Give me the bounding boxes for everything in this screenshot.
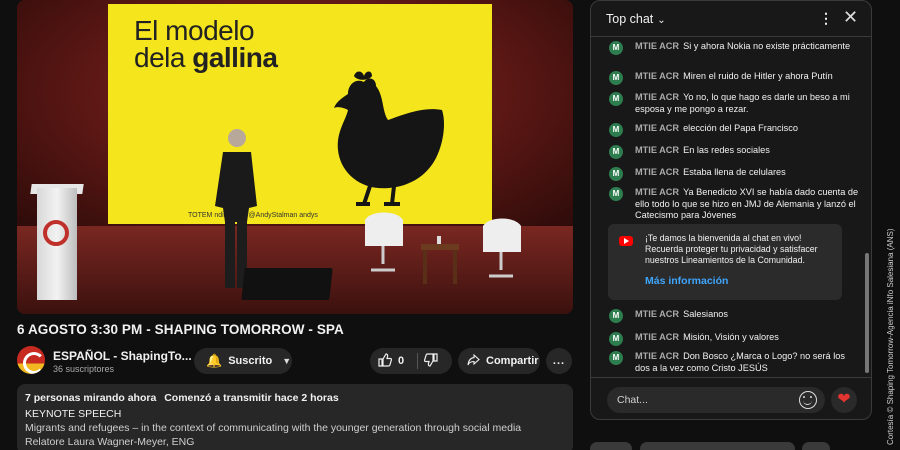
- chat-author[interactable]: MTIE ACR: [635, 123, 679, 133]
- chat-text: Si y ahora Nokia no existe prácticamente: [683, 41, 851, 51]
- hen-icon: [334, 71, 444, 206]
- stream-start: Comenzó a transmitir hace 2 horas: [164, 392, 339, 404]
- chat-scrollbar[interactable]: [865, 253, 869, 373]
- chat-author[interactable]: MTIE ACR: [635, 92, 679, 102]
- chat-message: M MTIE ACR En las redes sociales: [609, 145, 859, 159]
- youtube-live-page: El modelo dela gallina TOTEM nding.com @…: [0, 0, 900, 450]
- more-vertical-icon[interactable]: ⋮: [819, 10, 833, 27]
- heart-reaction-icon[interactable]: ❤: [831, 387, 857, 413]
- slide-title-bold: gallina: [192, 42, 278, 73]
- channel-name[interactable]: ESPAÑOL - ShapingTo...: [53, 349, 192, 363]
- live-chat-panel: Top chat ⌄ ⋮ ✕ M MTIE ACR Si y ahora Nokia…: [590, 0, 872, 420]
- bell-icon: 🔔: [206, 353, 223, 368]
- podium-logo-icon: [43, 220, 69, 246]
- armchair-left: [365, 212, 403, 272]
- chat-message: M MTIE ACR Miren el ruido de Hitler y aho…: [609, 71, 859, 85]
- video-title: 6 AGOSTO 3:30 PM - SHAPING TOMORROW - SP…: [17, 322, 344, 337]
- chat-message: M MTIE ACR Estaba llena de celulares: [609, 167, 859, 181]
- bottom-chip[interactable]: [802, 442, 830, 450]
- share-label: Compartir: [486, 355, 539, 367]
- chat-author[interactable]: MTIE ACR: [635, 71, 679, 81]
- description-box[interactable]: 7 personas mirando ahora Comenzó a trans…: [17, 384, 573, 450]
- chat-text: En las redes sociales: [683, 145, 770, 155]
- bottom-chip[interactable]: [640, 442, 795, 450]
- slide-title-prefix: dela: [134, 42, 193, 73]
- chat-message: M MTIE ACR Yo no, lo que hago es darle un…: [609, 92, 859, 115]
- description-line: Relatore Laura Wagner-Meyer, ENG: [25, 436, 195, 448]
- channel-avatar[interactable]: [17, 346, 45, 374]
- thumbs-down-icon[interactable]: [423, 353, 438, 370]
- slide-title-line1: El modelo: [134, 15, 255, 46]
- subscribed-label: Suscrito: [228, 355, 273, 367]
- more-actions-button[interactable]: ...: [546, 348, 572, 374]
- armchair-right: [483, 218, 521, 278]
- chat-message: M MTIE ACR Ya Benedicto XVI se había dado…: [609, 187, 859, 222]
- chat-text: Misión, Visión y valores: [683, 332, 779, 342]
- more-horizontal-icon: ...: [552, 355, 566, 367]
- chat-welcome-notice: ¡Te damos la bienvenida al chat en vivo!…: [608, 224, 842, 300]
- chat-author[interactable]: MTIE ACR: [635, 145, 679, 155]
- chevron-down-icon: ▼: [282, 356, 292, 366]
- slide-title: El modelo dela gallina: [134, 15, 278, 73]
- share-icon: [467, 353, 480, 369]
- chat-message: M MTIE ACR elección del Papa Francisco: [609, 123, 859, 137]
- chat-author[interactable]: MTIE ACR: [635, 351, 679, 361]
- like-count: 0: [398, 355, 405, 367]
- presentation-screen: El modelo dela gallina TOTEM nding.com @…: [108, 4, 492, 224]
- chat-author[interactable]: MTIE ACR: [635, 167, 679, 177]
- thumbs-up-icon[interactable]: [378, 352, 393, 370]
- chat-author[interactable]: MTIE ACR: [635, 41, 679, 51]
- chat-header: Top chat ⌄ ⋮ ✕: [591, 1, 871, 37]
- welcome-text: ¡Te damos la bienvenida al chat en vivo!…: [645, 233, 818, 265]
- side-table: [421, 236, 459, 284]
- subscribed-button[interactable]: 🔔 Suscrito ▼: [194, 348, 292, 374]
- chat-mode-dropdown[interactable]: Top chat ⌄: [606, 12, 666, 26]
- description-stats: 7 personas mirando ahora Comenzó a trans…: [25, 392, 565, 404]
- emoji-icon[interactable]: [799, 391, 817, 409]
- description-line: KEYNOTE SPEECH: [25, 408, 122, 420]
- chat-text: Miren el ruido de Hitler y ahora Putín: [683, 71, 833, 81]
- chat-footer: ❤: [591, 377, 871, 419]
- close-icon[interactable]: ✕: [843, 7, 858, 28]
- chat-author[interactable]: MTIE ACR: [635, 309, 679, 319]
- chat-text: elección del Papa Francisco: [683, 123, 798, 133]
- chat-text: Salesianos: [683, 309, 729, 319]
- share-button[interactable]: Compartir: [458, 348, 540, 374]
- chevron-down-icon: ⌄: [657, 15, 666, 26]
- viewer-count: 7 personas mirando ahora: [25, 392, 157, 404]
- youtube-icon: [619, 236, 633, 246]
- chat-message: M MTIE ACR Misión, Visión y valores: [609, 332, 859, 346]
- chat-messages: M MTIE ACR Si y ahora Nokia no existe prá…: [591, 37, 861, 377]
- like-dislike-group: 0: [370, 348, 452, 374]
- chat-message: M MTIE ACR Si y ahora Nokia no existe prá…: [609, 41, 859, 55]
- bottom-chip[interactable]: [590, 442, 632, 450]
- chat-mode-label: Top chat: [606, 12, 654, 26]
- chat-input-box: [607, 387, 825, 413]
- like-divider: [417, 353, 418, 369]
- chat-message: M MTIE ACR Salesianos: [609, 309, 859, 323]
- stage-monitor: [241, 268, 333, 300]
- chat-author[interactable]: MTIE ACR: [635, 332, 679, 342]
- chat-message: M MTIE ACR Don Bosco ¿Marca o Logo? no se…: [609, 351, 859, 374]
- chat-author[interactable]: MTIE ACR: [635, 187, 679, 197]
- chat-input[interactable]: [617, 392, 787, 408]
- video-player[interactable]: El modelo dela gallina TOTEM nding.com @…: [17, 0, 573, 314]
- copyright-watermark: Cortesía © Shaping Tomorrow-Agencia iNfo…: [886, 228, 895, 445]
- chat-text: Estaba llena de celulares: [683, 167, 786, 177]
- description-line: Migrants and refugees – in the context o…: [25, 422, 522, 434]
- subscriber-count: 36 suscriptores: [53, 364, 115, 374]
- more-info-link[interactable]: Más información: [645, 275, 728, 287]
